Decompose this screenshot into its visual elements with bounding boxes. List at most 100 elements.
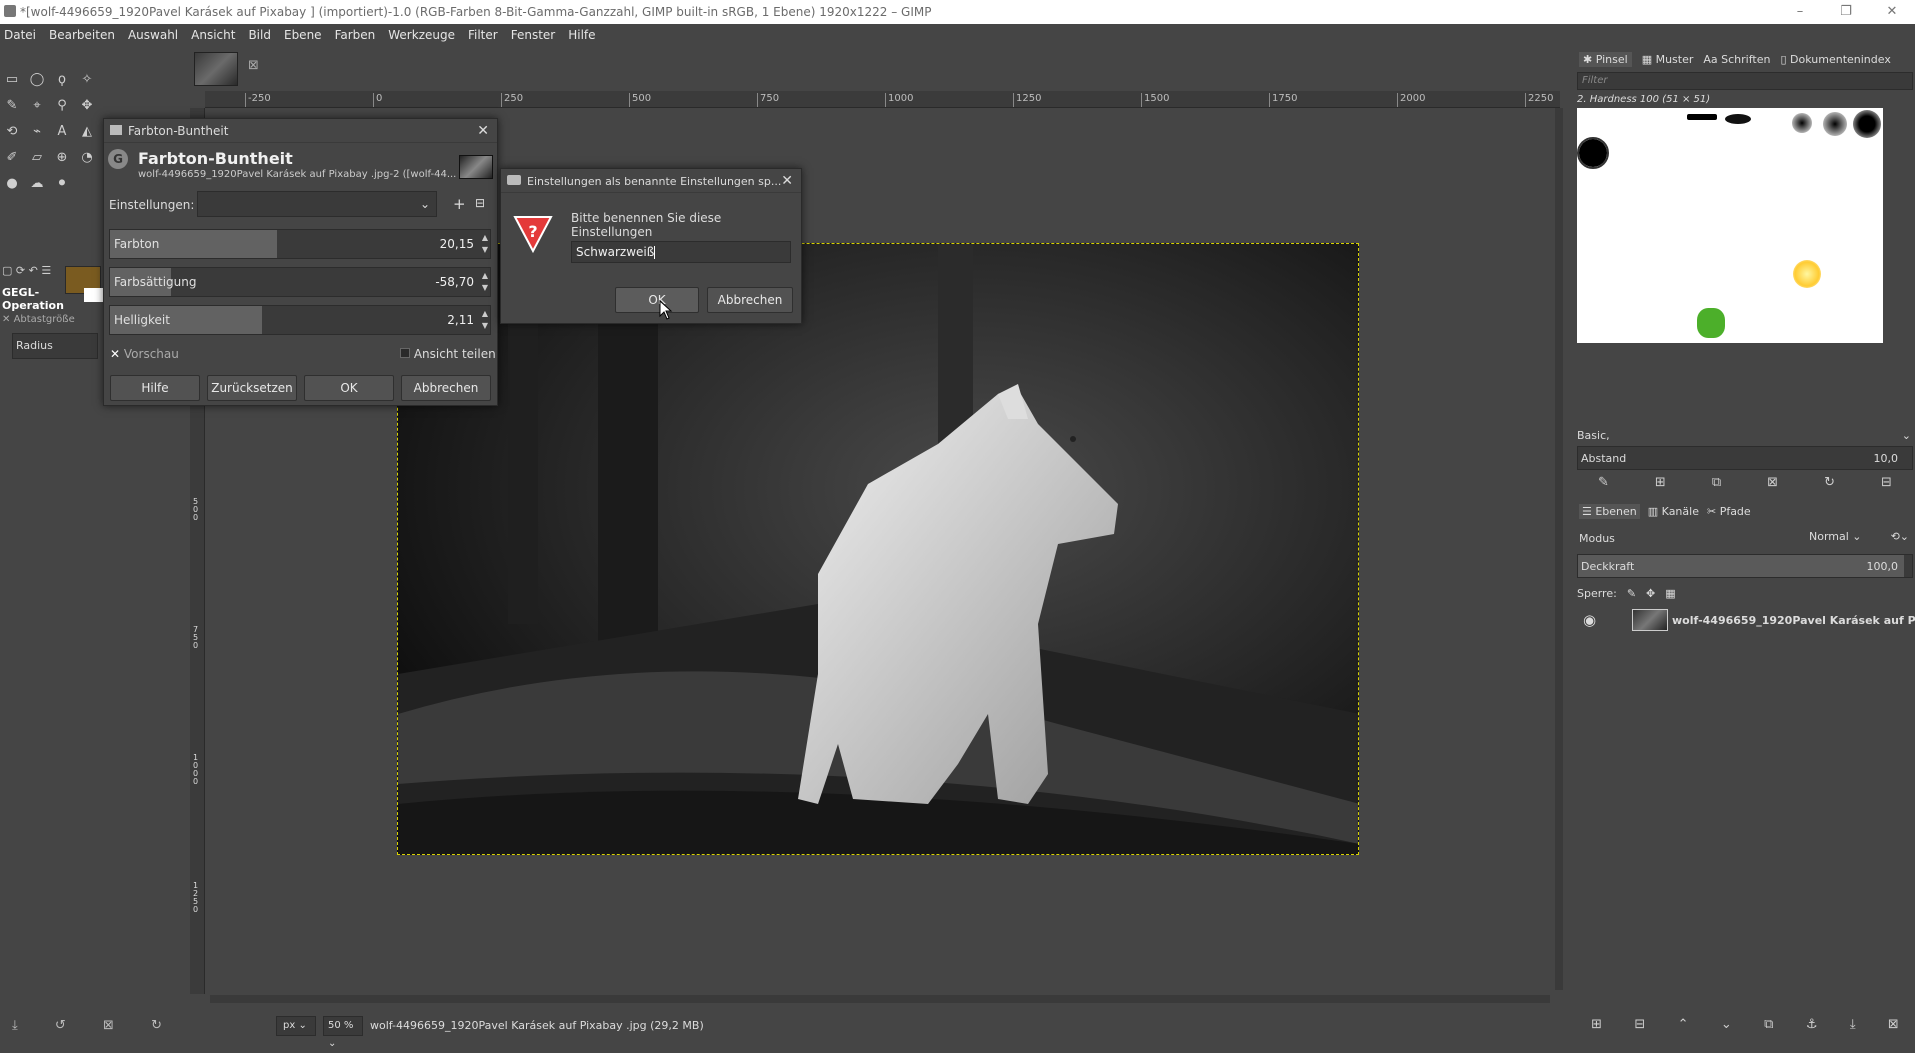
brush-item-pepper[interactable] — [1697, 308, 1725, 338]
zoom-icon[interactable]: ⚲ — [52, 96, 72, 116]
menu-hilfe[interactable]: Hilfe — [568, 28, 595, 42]
menu-werkzeuge[interactable]: Werkzeuge — [388, 28, 455, 42]
save-ok-button[interactable]: OK — [615, 287, 699, 313]
saturation-spin-arrows[interactable]: ▲ ▼ — [482, 270, 488, 294]
brush-grid[interactable] — [1577, 108, 1883, 343]
color-picker-icon[interactable]: ⌖ — [27, 96, 47, 116]
close-window-button[interactable]: ✕ — [1869, 0, 1915, 24]
visibility-eye-icon[interactable]: ◉ — [1583, 611, 1596, 629]
close-icon[interactable]: ✕ — [781, 169, 793, 193]
tab-brushes[interactable]: ✱ Pinsel — [1579, 51, 1632, 67]
duplicate-brush-icon[interactable]: ⧉ — [1712, 475, 1721, 490]
refresh-brushes-icon[interactable]: ↻ — [1824, 475, 1835, 490]
settings-dropdown[interactable]: ⌄ — [197, 191, 437, 217]
brush-item[interactable] — [1792, 113, 1812, 133]
menu-auswahl[interactable]: Auswahl — [128, 28, 178, 42]
move-icon[interactable]: ✥ — [77, 96, 97, 116]
clone-icon[interactable]: ⊕ — [52, 148, 72, 168]
warp-icon[interactable]: ⌁ — [27, 122, 47, 142]
fuzzy-select-icon[interactable]: ✧ — [77, 70, 97, 90]
close-icon[interactable]: ✕ — [477, 119, 489, 143]
menu-farben[interactable]: Farben — [335, 28, 376, 42]
ok-button[interactable]: OK — [304, 375, 394, 401]
rect-select-icon[interactable]: ▭ — [2, 70, 22, 90]
open-brush-icon[interactable]: ⊟ — [1881, 475, 1892, 490]
tab-paths[interactable]: ✂ Pfade — [1707, 505, 1751, 518]
unit-select[interactable]: px ⌄ — [276, 1016, 316, 1036]
preview-checkbox[interactable]: ✕ Vorschau — [110, 347, 179, 361]
hue-slider[interactable]: Farbton 20,15 ▲ ▼ — [109, 229, 491, 259]
tab-fonts[interactable]: Aa Schriften — [1703, 53, 1770, 66]
menu-ebene[interactable]: Ebene — [284, 28, 322, 42]
vertical-scrollbar[interactable] — [1555, 108, 1563, 990]
new-group-icon[interactable]: ⊟ — [1634, 1017, 1645, 1032]
brush-item-sun[interactable] — [1793, 260, 1821, 288]
wolf-image-canvas[interactable] — [397, 243, 1359, 855]
paths-icon[interactable]: ✎ — [2, 96, 22, 116]
menu-datei[interactable]: Datei — [4, 28, 36, 42]
anchor-layer-icon[interactable]: ⚓ — [1806, 1017, 1818, 1032]
eraser-icon[interactable]: ▱ — [27, 148, 47, 168]
maximize-button[interactable]: ❐ — [1823, 0, 1869, 24]
reset-button[interactable]: Zurücksetzen — [207, 375, 297, 401]
add-preset-icon[interactable]: + — [453, 195, 466, 213]
menu-bild[interactable]: Bild — [248, 28, 271, 42]
tag-dropdown-icon[interactable]: ⌄ — [1902, 429, 1915, 442]
tab-channels[interactable]: ▥ Kanäle — [1648, 505, 1699, 518]
lightness-slider[interactable]: Helligkeit 2,11 ▲ ▼ — [109, 305, 491, 335]
new-layer-icon[interactable]: ⊞ — [1591, 1017, 1602, 1032]
close-tab-icon[interactable]: ⊠ — [248, 58, 259, 73]
ellipse-select-icon[interactable]: ◯ — [27, 70, 47, 90]
tab-document-history[interactable]: ▯ Dokumentenindex — [1780, 53, 1890, 66]
reset-options-icon[interactable]: ↻ — [151, 1018, 162, 1033]
brush-filter-input[interactable]: Filter — [1577, 72, 1913, 90]
merge-layer-icon[interactable]: ⤓ — [1850, 1017, 1856, 1032]
lock-alpha-icon[interactable]: ▦ — [1665, 587, 1675, 600]
new-brush-icon[interactable]: ⊞ — [1655, 475, 1666, 490]
menu-fenster[interactable]: Fenster — [511, 28, 556, 42]
zoom-select[interactable]: 50 % ⌄ — [323, 1016, 363, 1049]
transform-icon[interactable]: ⟲ — [2, 122, 22, 142]
image-tab[interactable]: ⊠ — [190, 50, 259, 88]
preset-menu-icon[interactable]: ⊟ — [475, 196, 485, 210]
brush-tag[interactable]: Basic, — [1577, 429, 1610, 442]
hue-dialog-titlebar[interactable]: Farbton-Buntheit ✕ — [104, 119, 497, 143]
mode-select[interactable]: Normal ⌄ — [1809, 530, 1862, 543]
tab-layers[interactable]: ☰ Ebenen — [1579, 503, 1640, 519]
lock-pixels-icon[interactable]: ✎ — [1627, 587, 1636, 600]
paintbrush-icon[interactable]: ✐ — [2, 148, 22, 168]
dodge-icon[interactable]: ● — [2, 174, 22, 194]
blur-icon[interactable]: ◔ — [77, 148, 97, 168]
lower-layer-icon[interactable]: ⌄ — [1721, 1017, 1732, 1032]
spacing-slider[interactable]: Abstand 10,0 — [1577, 446, 1913, 470]
help-button[interactable]: Hilfe — [110, 375, 200, 401]
delete-layer-icon[interactable]: ⊠ — [1888, 1017, 1899, 1032]
smudge-icon[interactable]: ☁ — [27, 174, 47, 194]
raise-layer-icon[interactable]: ⌃ — [1678, 1017, 1689, 1032]
save-dialog-titlebar[interactable]: Einstellungen als benannte Einstellungen… — [501, 169, 801, 193]
tab-patterns[interactable]: ▦ Muster — [1642, 53, 1694, 66]
cancel-button[interactable]: Abbrechen — [401, 375, 491, 401]
brush-item[interactable] — [1687, 114, 1717, 120]
brush-item[interactable] — [1823, 112, 1847, 136]
bucket-fill-icon[interactable]: ◭ — [77, 122, 97, 142]
delete-brush-icon[interactable]: ⊠ — [1767, 475, 1778, 490]
lasso-icon[interactable]: ϙ — [52, 70, 72, 90]
mode-reset-icon[interactable]: ⟲⌄ — [1891, 530, 1909, 543]
selected-brush-hardness100[interactable] — [1577, 137, 1609, 169]
save-cancel-button[interactable]: Abbrechen — [707, 287, 793, 313]
saturation-slider[interactable]: Farbsättigung -58,70 ▲ ▼ — [109, 267, 491, 297]
duplicate-layer-icon[interactable]: ⧉ — [1764, 1017, 1773, 1032]
horizontal-scrollbar[interactable] — [210, 995, 1550, 1003]
save-options-icon[interactable]: ⤓ — [12, 1018, 18, 1033]
hue-spin-arrows[interactable]: ▲ ▼ — [482, 232, 488, 256]
menu-bearbeiten[interactable]: Bearbeiten — [49, 28, 115, 42]
preset-name-input[interactable]: Schwarzweiß — [571, 241, 791, 263]
brush-item[interactable] — [1853, 110, 1881, 138]
radius-field[interactable]: Radius — [12, 333, 98, 359]
lock-position-icon[interactable]: ✥ — [1646, 587, 1655, 600]
split-view-checkbox[interactable]: Ansicht teilen — [400, 347, 496, 361]
restore-options-icon[interactable]: ↺ — [55, 1018, 66, 1033]
delete-options-icon[interactable]: ⊠ — [103, 1018, 114, 1033]
lightness-spin-arrows[interactable]: ▲ ▼ — [482, 308, 488, 332]
